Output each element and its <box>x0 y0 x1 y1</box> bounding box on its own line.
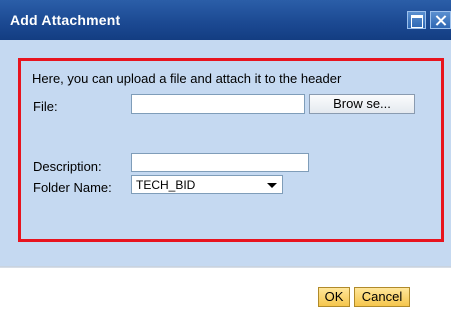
intro-text: Here, you can upload a file and attach i… <box>32 71 342 86</box>
folder-name-select[interactable]: TECH_BID <box>131 175 283 194</box>
upload-panel: Here, you can upload a file and attach i… <box>18 58 444 242</box>
file-label: File: <box>33 99 58 114</box>
folder-name-value: TECH_BID <box>136 178 196 192</box>
description-label: Description: <box>33 159 102 174</box>
cancel-button[interactable]: Cancel <box>354 287 410 307</box>
footer-line <box>0 267 451 268</box>
ok-button[interactable]: OK <box>318 287 350 307</box>
file-input[interactable] <box>131 94 305 114</box>
dialog-title-bar: Add Attachment <box>0 0 451 40</box>
dialog-footer: OK Cancel <box>0 267 451 312</box>
browse-button[interactable]: Brow se... <box>309 94 415 114</box>
dialog-content: Here, you can upload a file and attach i… <box>0 40 451 266</box>
dialog-title: Add Attachment <box>10 12 121 28</box>
maximize-icon[interactable] <box>407 11 426 29</box>
folder-name-label: Folder Name: <box>33 180 112 195</box>
chevron-down-icon[interactable] <box>267 183 277 188</box>
close-icon[interactable] <box>430 11 451 29</box>
description-input[interactable] <box>131 153 309 172</box>
